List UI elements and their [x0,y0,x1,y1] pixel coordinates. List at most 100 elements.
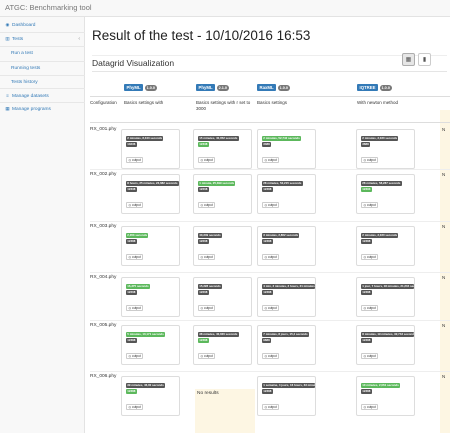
output-button-label: output [267,255,277,259]
result-cell: 15,228 seconds 12208 ◎output [193,277,252,317]
memory-badge: 12388 [361,389,372,394]
output-button[interactable]: ◎output [198,254,215,260]
row-divider [90,221,450,222]
execution-time-badge: 15 minutes, 40,052 seconds [198,136,239,141]
grid-view-button[interactable]: ▦ [402,53,415,66]
eye-icon: ◎ [128,203,132,207]
eye-icon: ◎ [200,306,204,310]
result-cell: 39 minutes, 46,00 seconds 12388 ◎output [121,376,180,416]
result-cell: 7 minutes, 8 jours, 15,4 seconds 9888 ◎out… [257,325,316,365]
output-button[interactable]: ◎output [361,353,378,359]
memory-badge: 12393 [361,187,372,192]
configuration-header: Configuration [90,100,117,105]
output-button[interactable]: ◎output [262,254,279,260]
output-button[interactable]: ◎output [126,202,143,208]
output-button[interactable]: ◎output [198,353,215,359]
eye-icon: ◎ [200,158,204,162]
execution-time-badge: 2 minutes, 8,343 seconds [126,136,164,141]
output-button[interactable]: ◎output [198,202,215,208]
chart-view-button[interactable]: ▮ [418,53,431,66]
output-button-label: output [131,354,141,358]
output-button[interactable]: ◎output [198,157,215,163]
no-results-text: No results [197,391,219,396]
execution-time-badge: 15,228 seconds [198,284,222,289]
eye-icon: ◎ [363,158,367,162]
execution-time-badge: 2 minutes, 3,030 seconds [361,233,399,238]
sidebar-item-label: Dashboard [12,22,36,28]
sidebar-item-label: Running tests [11,65,41,71]
result-cell: 40,249 seconds 12208 ◎output [193,226,252,266]
memory-badge: 12208 [198,290,209,295]
output-button-label: output [366,255,376,259]
output-button[interactable]: ◎output [126,254,143,260]
memory-badge: 3388 [262,142,272,147]
output-button[interactable]: ◎output [361,404,378,410]
result-cell: 2 minutes, 52,742 seconds 3388 ◎output [257,129,316,169]
memory-badge: 12388 [126,239,137,244]
output-button[interactable]: ◎output [361,305,378,311]
output-button-label: output [131,255,141,259]
header-divider [90,122,450,123]
panel-title: Datagrid Visualization [92,58,175,68]
memory-badge: 12208 [198,239,209,244]
output-button[interactable]: ◎output [126,404,143,410]
table-icon: ▦ [5,106,10,111]
sidebar-item-label: Run a test [11,50,33,56]
version-badge: 2.1.0 [216,84,230,91]
output-button[interactable]: ◎output [262,305,279,311]
sidebar-item-running-tests[interactable]: Running tests [0,62,85,74]
sidebar-item-run-test[interactable]: Run a test [0,47,85,59]
output-button[interactable]: ◎output [262,353,279,359]
sidebar-item-tests[interactable]: ▥ Tests ‹ [0,33,85,45]
output-button-label: output [203,255,213,259]
output-button[interactable]: ◎output [262,202,279,208]
result-cell: 2 minutes, 3,030 seconds 3888 ◎output [356,129,415,169]
result-cell: 1 semaine, 4 jours, 16 hours, 33 minutes… [257,376,316,416]
output-button[interactable]: ◎output [361,254,378,260]
execution-time-badge: 38 minutes, 40,020 seconds [198,332,239,337]
result-cell: 1 minute, 25,399 seconds 12208 ◎output [193,174,252,214]
eye-icon: ◎ [264,306,268,310]
output-button-label: output [267,306,277,310]
memory-badge: 12388 [198,338,209,343]
output-button[interactable]: ◎output [361,157,378,163]
output-button-label: output [366,203,376,207]
memory-badge: 9888 [262,338,272,343]
result-cell: 2 minutes, 3,030 seconds 12388 ◎output [356,226,415,266]
output-button-label: output [366,354,376,358]
output-button-label: output [131,306,141,310]
result-cell: 4 min, 3 minutes, 3 hours, 21 minutes, 1… [257,277,316,317]
version-badge: 1.0.0 [379,84,392,91]
column-description: Basics settings with [124,100,164,105]
output-button[interactable]: ◎output [262,157,279,163]
output-button-label: output [267,203,277,207]
output-button[interactable]: ◎output [198,305,215,311]
memory-badge: 12388 [262,290,273,295]
output-button[interactable]: ◎output [262,404,279,410]
execution-time-badge: 3 minutes, 2,862 seconds [262,233,300,238]
execution-time-badge: 7 minutes, 8 jours, 15,4 seconds [262,332,309,337]
output-button[interactable]: ◎output [126,157,143,163]
eye-icon: ◎ [363,255,367,259]
output-button[interactable]: ◎output [361,202,378,208]
sidebar-item-tests-history[interactable]: Tests history [0,76,85,88]
memory-badge: 12388 [262,389,273,394]
row-label: RX_003.phy [90,224,117,229]
version-badge: 1.0.0 [144,84,158,91]
sidebar-item-manage-programs[interactable]: ▦ Manage programs [0,103,85,115]
sidebar-item-label: Manage datasets [12,93,49,99]
sidebar-item-manage-datasets[interactable]: ≡ Manage datasets [0,90,85,102]
app-brand[interactable]: ATGC: Benchmarking tool [5,3,92,12]
sidebar-item-dashboard[interactable]: ◉ Dashboard [0,19,85,31]
output-button[interactable]: ◎output [126,353,143,359]
output-button[interactable]: ◎output [126,305,143,311]
next-column-text: N [442,172,446,177]
eye-icon: ◎ [200,255,204,259]
output-button-label: output [366,158,376,162]
tool-badge: PhyML [196,84,216,91]
output-button-label: output [267,405,277,409]
result-cell: 2 minutes, 8,343 seconds 13236 ◎output [121,129,180,169]
next-column-text: N [442,127,446,132]
result-cell: 8 hours, 25 minutes, 23,682 seconds 12338… [121,174,180,214]
result-cell: 28 minutes, 52,215 seconds 12388 ◎output [257,174,316,214]
